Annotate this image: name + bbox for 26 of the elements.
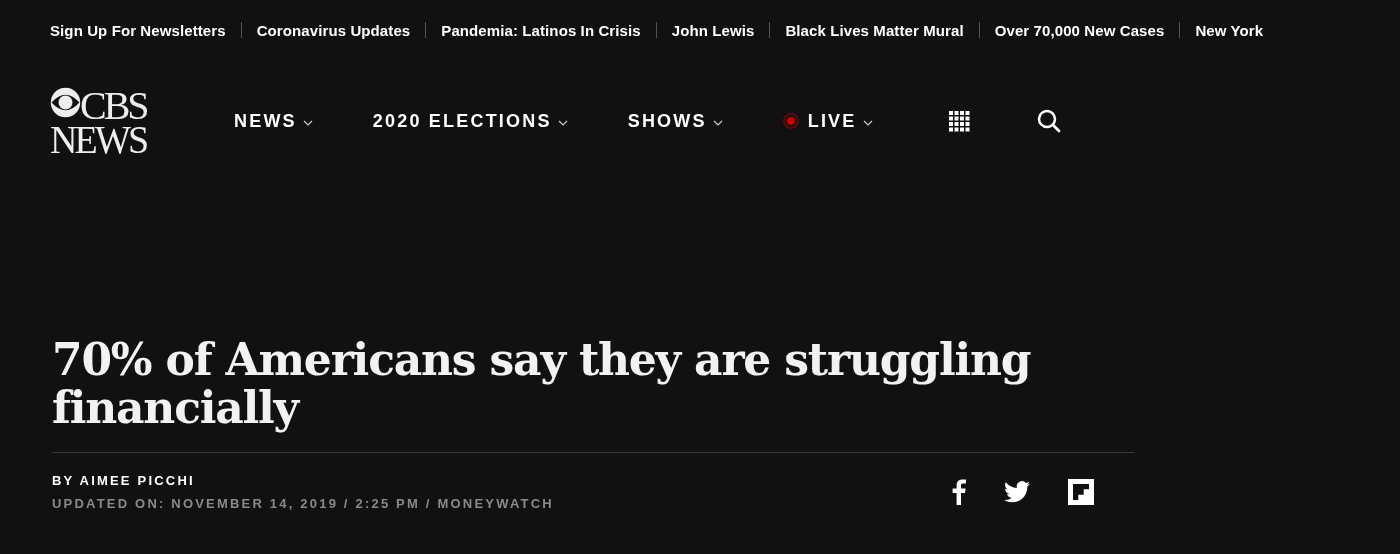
trending-link[interactable]: New York xyxy=(1195,21,1264,39)
apps-grid-icon[interactable] xyxy=(948,110,970,132)
nav-menu[interactable]: 2020 ELECTIONS xyxy=(372,110,568,132)
trending-link[interactable]: Black Lives Matter Mural xyxy=(785,21,964,39)
caret-icon xyxy=(712,120,723,126)
trending-link[interactable]: Pandemia: Latinos In Crisis xyxy=(441,21,641,39)
trending-link[interactable]: John Lewis xyxy=(671,21,755,39)
caret-icon xyxy=(302,120,313,126)
search-icon[interactable] xyxy=(1036,109,1061,133)
twitter-icon[interactable] xyxy=(1004,481,1030,503)
nav-menu[interactable]: NEWS xyxy=(234,110,313,132)
trending-link[interactable]: Sign Up For Newsletters xyxy=(50,21,226,39)
caret-icon xyxy=(862,120,873,126)
live-dot-icon xyxy=(782,113,799,129)
caret-icon xyxy=(557,120,568,126)
nav-menu[interactable]: LIVE xyxy=(782,110,873,132)
flipboard-icon[interactable] xyxy=(1068,479,1094,505)
eye-icon xyxy=(50,87,81,118)
author-byline: BY AIMEE PICCHI xyxy=(52,473,196,488)
trending-link[interactable]: Over 70,000 New Cases xyxy=(994,21,1165,39)
nav-menu[interactable]: SHOWS xyxy=(627,110,723,132)
article-date-section: UPDATED ON: NOVEMBER 14, 2019 / 2:25 PM / MONEYWATCH xyxy=(52,496,554,511)
article-headline: 70% of Americans say they are struggling financially xyxy=(52,336,1032,432)
trending-link[interactable]: Coronavirus Updates xyxy=(256,21,411,39)
logo[interactable]: CBS NEWS xyxy=(50,86,154,156)
facebook-icon[interactable] xyxy=(952,479,966,505)
